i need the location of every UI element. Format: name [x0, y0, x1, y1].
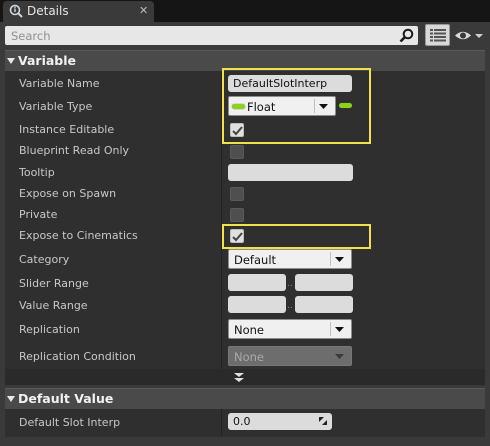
default-value-section-header[interactable]: Default Value: [5, 388, 485, 409]
property-label: Replication Condition: [19, 350, 136, 363]
value-drag-icon: [318, 416, 328, 429]
category-dropdown[interactable]: Default: [228, 249, 352, 269]
close-tab-icon[interactable]: ✕: [139, 4, 148, 17]
expose-on-spawn-checkbox[interactable]: [230, 187, 244, 201]
details-icon: [9, 4, 23, 18]
property-label: Private: [19, 208, 58, 221]
private-checkbox[interactable]: [230, 208, 244, 222]
property-label: Tooltip: [19, 166, 55, 179]
visibility-button[interactable]: [453, 26, 487, 45]
collapse-arrow-icon: [7, 394, 16, 407]
slider-range-min-field[interactable]: [228, 274, 286, 291]
advanced-expander[interactable]: [5, 369, 485, 385]
replication-condition-dropdown: None: [228, 346, 352, 366]
search-placeholder: Search: [11, 29, 51, 43]
replication-dropdown[interactable]: None: [228, 319, 352, 339]
blueprint-read-only-checkbox[interactable]: [230, 145, 244, 159]
property-label: Slider Range: [19, 277, 89, 290]
dropdown-arrow-icon: [330, 322, 349, 336]
row-expose-on-spawn: Expose on Spawn: [5, 182, 485, 204]
property-label: Instance Editable: [19, 123, 115, 136]
tab-bar: Details ✕: [0, 0, 490, 22]
view-options-button[interactable]: [425, 24, 450, 46]
row-private: Private: [5, 203, 485, 225]
value-range-max-field[interactable]: [295, 296, 353, 313]
default-slot-interp-field[interactable]: 0.0: [228, 413, 332, 430]
replication-condition-value: None: [234, 350, 265, 364]
dropdown-arrow-icon: [330, 252, 349, 266]
property-label: Category: [19, 253, 70, 266]
default-slot-interp-value: 0.0: [233, 415, 251, 428]
collapse-arrow-icon: [7, 56, 16, 69]
property-label: Default Slot Interp: [19, 416, 121, 429]
property-label: Variable Name: [19, 77, 100, 90]
tab-details[interactable]: Details ✕: [3, 1, 154, 22]
tooltip-field[interactable]: [228, 164, 353, 181]
property-label: Blueprint Read Only: [19, 144, 130, 157]
category-value: Default: [234, 253, 277, 267]
section-title: Variable: [18, 53, 77, 68]
visibility-eye-icon: [453, 31, 487, 48]
value-range-min-field[interactable]: [228, 296, 286, 313]
property-label: Value Range: [19, 299, 88, 312]
property-label: Replication: [19, 323, 80, 336]
property-label: Expose to Cinematics: [19, 229, 138, 242]
search-icon[interactable]: [399, 28, 414, 43]
replication-value: None: [234, 323, 265, 337]
tab-title: Details: [27, 4, 69, 18]
property-label: Variable Type: [19, 100, 93, 113]
dropdown-arrow-icon: [330, 349, 349, 363]
range-separator: ..: [287, 301, 293, 311]
highlight-box-type-group: [222, 68, 371, 144]
column-divider[interactable]: [221, 409, 222, 437]
slider-range-max-field[interactable]: [295, 274, 353, 291]
section-title: Default Value: [18, 391, 114, 406]
search-input[interactable]: Search: [5, 26, 418, 45]
highlight-box-cinematics: [222, 224, 371, 249]
range-separator: ..: [287, 279, 293, 289]
property-label: Expose on Spawn: [19, 187, 117, 200]
